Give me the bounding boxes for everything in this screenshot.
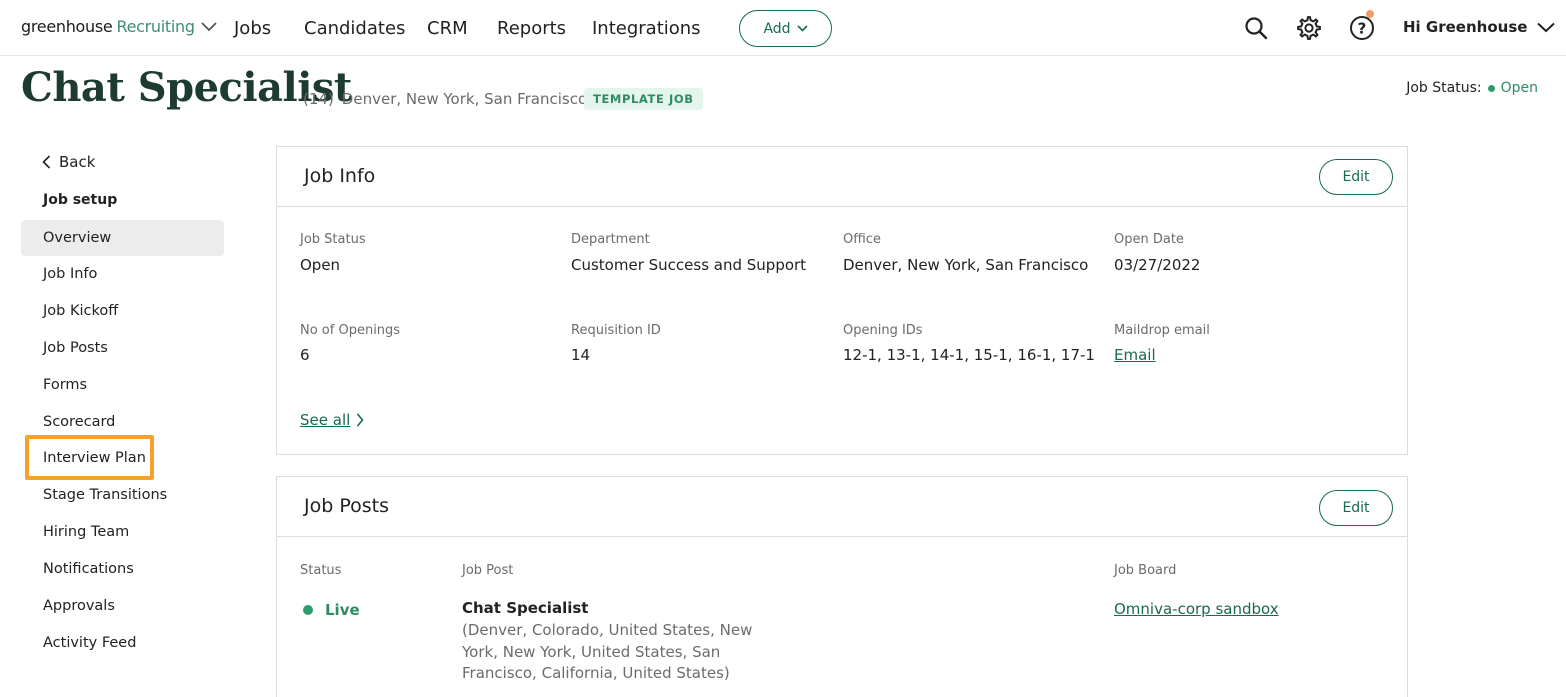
nav-candidates[interactable]: Candidates <box>304 18 405 39</box>
job-status-value: Open <box>1500 80 1538 96</box>
sidebar-item-notifications[interactable]: Notifications <box>21 551 224 587</box>
job-info-title: Job Info <box>304 165 376 187</box>
field-label: Job Status <box>300 232 366 247</box>
field-value: 03/27/2022 <box>1114 256 1201 274</box>
column-header-status: Status <box>300 563 342 578</box>
job-count: (14) <box>303 90 334 108</box>
add-button-label: Add <box>763 20 791 37</box>
field-label: Opening IDs <box>843 323 923 338</box>
back-link[interactable]: Back <box>42 153 95 171</box>
field-label: Department <box>571 232 650 247</box>
sidebar-item-stage-transitions[interactable]: Stage Transitions <box>21 477 224 513</box>
highlight-annotation <box>25 435 154 480</box>
job-posts-edit-button[interactable]: Edit <box>1319 490 1393 526</box>
add-button[interactable]: Add <box>739 10 832 47</box>
job-status[interactable]: Job Status: Open <box>1406 80 1538 96</box>
chevron-down-icon <box>1537 22 1556 32</box>
job-info-edit-button[interactable]: Edit <box>1319 159 1393 195</box>
help-icon[interactable]: ? <box>1349 15 1375 41</box>
field-value: Customer Success and Support <box>571 256 807 274</box>
gear-icon[interactable] <box>1296 15 1322 41</box>
column-header-job-post: Job Post <box>462 563 514 578</box>
field-label: Maildrop email <box>1114 323 1210 338</box>
sidebar-item-hiring-team[interactable]: Hiring Team <box>21 514 224 550</box>
job-locations: Denver, New York, San Francisco <box>341 90 588 108</box>
job-post-title[interactable]: Chat Specialist <box>462 599 588 617</box>
chevron-left-icon <box>42 155 51 169</box>
job-info-card: Job Info Edit Job Status Open Department… <box>276 146 1408 455</box>
sidebar-item-overview[interactable]: Overview <box>21 220 224 256</box>
chevron-down-icon[interactable] <box>201 17 217 36</box>
field-label: Open Date <box>1114 232 1184 247</box>
status-dot-icon <box>1487 84 1495 92</box>
job-posts-title: Job Posts <box>304 495 389 517</box>
nav-reports[interactable]: Reports <box>497 18 566 39</box>
top-navigation: greenhouse Recruiting Jobs Candidates CR… <box>0 0 1566 56</box>
logo-wordmark: greenhouse <box>21 17 113 36</box>
see-all-label: See all <box>300 411 351 429</box>
job-meta: (14) Denver, New York, San Francisco <box>303 90 587 108</box>
field-value: 12-1, 13-1, 14-1, 15-1, 16-1, 17-1 <box>843 346 1095 364</box>
chevron-right-icon <box>357 413 364 427</box>
sidebar-item-job-posts[interactable]: Job Posts <box>21 330 224 366</box>
chevron-down-icon <box>796 25 808 32</box>
sidebar-heading: Job setup <box>43 192 118 208</box>
sidebar-item-activity-feed[interactable]: Activity Feed <box>21 625 224 661</box>
user-menu[interactable]: Hi Greenhouse <box>1403 18 1556 36</box>
live-dot-icon <box>303 605 313 615</box>
search-icon[interactable] <box>1243 15 1269 41</box>
back-label: Back <box>59 153 96 171</box>
field-value: Denver, New York, San Francisco <box>843 256 1089 274</box>
field-value: 14 <box>571 346 591 364</box>
nav-integrations[interactable]: Integrations <box>592 18 701 39</box>
user-greeting: Hi Greenhouse <box>1403 18 1528 36</box>
field-label: Office <box>843 232 881 247</box>
sidebar-item-job-info[interactable]: Job Info <box>21 256 224 292</box>
column-header-job-board: Job Board <box>1114 563 1177 578</box>
svg-text:?: ? <box>1358 20 1367 38</box>
sidebar-item-forms[interactable]: Forms <box>21 367 224 403</box>
field-value: Open <box>300 256 341 274</box>
sidebar-item-approvals[interactable]: Approvals <box>21 588 224 624</box>
job-posts-card: Job Posts Edit Status Job Post Job Board… <box>276 476 1408 697</box>
job-posts-header: Job Posts Edit <box>277 477 1407 537</box>
field-label: Requisition ID <box>571 323 661 338</box>
see-all-link[interactable]: See all <box>300 411 364 429</box>
job-post-location: (Denver, Colorado, United States, New Yo… <box>462 621 753 682</box>
post-status: Live <box>303 601 360 619</box>
field-value: 6 <box>300 346 310 364</box>
maildrop-email-link[interactable]: Email <box>1114 346 1156 364</box>
nav-crm[interactable]: CRM <box>427 18 468 39</box>
template-job-badge: TEMPLATE JOB <box>584 88 703 110</box>
job-board-link[interactable]: Omniva-corp sandbox <box>1114 600 1279 618</box>
sidebar-item-job-kickoff[interactable]: Job Kickoff <box>21 293 224 329</box>
notification-dot <box>1366 10 1374 18</box>
nav-jobs[interactable]: Jobs <box>234 18 271 39</box>
field-label: No of Openings <box>300 323 401 338</box>
logo-product: Recruiting <box>116 17 195 36</box>
post-status-label: Live <box>325 601 360 619</box>
app-logo[interactable]: greenhouse Recruiting <box>21 17 217 36</box>
job-status-label: Job Status: <box>1406 80 1482 96</box>
job-info-header: Job Info Edit <box>277 147 1407 207</box>
